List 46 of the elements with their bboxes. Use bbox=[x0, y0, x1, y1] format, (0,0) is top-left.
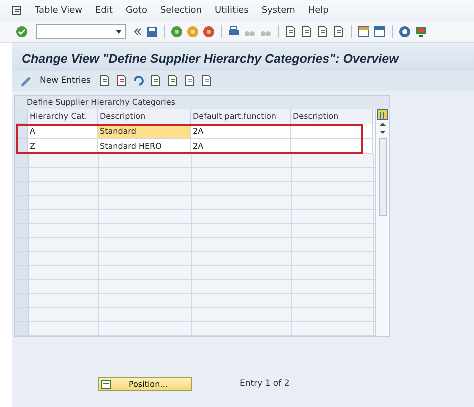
table-caption: Define Supplier Hierarchy Categories bbox=[15, 96, 389, 109]
check-icon[interactable] bbox=[16, 26, 28, 38]
monitor-icon[interactable] bbox=[415, 26, 427, 38]
page-icon[interactable] bbox=[317, 26, 329, 38]
column-header[interactable]: Hierarchy Cat. bbox=[28, 109, 98, 124]
column-header[interactable]: Description bbox=[98, 109, 191, 124]
column-header[interactable]: Description bbox=[291, 109, 373, 124]
page-icon[interactable] bbox=[184, 75, 196, 87]
help-icon[interactable] bbox=[399, 26, 411, 38]
menu-item[interactable]: Goto bbox=[126, 6, 148, 16]
scroll-down-icon[interactable] bbox=[378, 128, 386, 136]
page-icon[interactable] bbox=[301, 26, 313, 38]
page-icon[interactable] bbox=[200, 75, 213, 87]
window-icon[interactable] bbox=[374, 26, 386, 38]
back-icon[interactable] bbox=[171, 26, 183, 38]
position-icon bbox=[101, 380, 111, 388]
column-header[interactable]: Default part.function bbox=[191, 109, 291, 124]
position-button[interactable]: Position... bbox=[98, 377, 192, 391]
double-chevron-icon[interactable] bbox=[134, 28, 142, 36]
window-icon[interactable] bbox=[358, 26, 370, 38]
menu-item[interactable]: Selection bbox=[160, 6, 202, 16]
screen-title: Change View "Define Supplier Hierarchy Categories": Overview bbox=[22, 52, 399, 66]
page-icon[interactable] bbox=[166, 75, 179, 87]
save-icon[interactable] bbox=[146, 26, 158, 38]
copy-icon[interactable] bbox=[98, 75, 111, 87]
entry-info: Entry 1 of 2 bbox=[240, 379, 290, 389]
undo-icon[interactable] bbox=[132, 75, 145, 87]
menu-item[interactable]: Table View bbox=[35, 6, 82, 16]
scrollbar-thumb[interactable] bbox=[378, 138, 386, 216]
pencil-icon[interactable] bbox=[20, 75, 32, 87]
menu-icon[interactable] bbox=[12, 6, 22, 16]
menu-item[interactable]: Utilities bbox=[214, 6, 249, 16]
cancel-icon[interactable] bbox=[203, 26, 215, 38]
delete-icon[interactable] bbox=[116, 75, 128, 87]
menu-item[interactable]: Edit bbox=[96, 6, 113, 16]
dropdown-caret-icon[interactable] bbox=[116, 30, 122, 34]
scroll-up-icon[interactable] bbox=[378, 120, 386, 128]
page-icon[interactable] bbox=[285, 26, 297, 38]
page-icon[interactable] bbox=[333, 26, 345, 38]
print-icon[interactable] bbox=[228, 26, 240, 38]
menu-item[interactable]: Help bbox=[308, 6, 329, 16]
command-field[interactable] bbox=[36, 24, 126, 39]
page-icon[interactable] bbox=[150, 75, 162, 87]
new-entries-button[interactable]: New Entries bbox=[37, 76, 94, 86]
menu-item[interactable]: System bbox=[262, 6, 296, 16]
column-settings-icon[interactable] bbox=[377, 109, 388, 120]
